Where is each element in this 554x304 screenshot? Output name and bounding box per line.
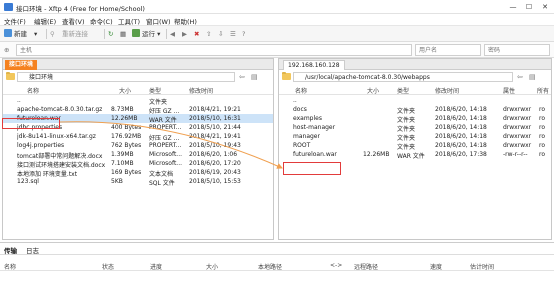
- col-status[interactable]: 状态: [102, 262, 114, 271]
- transfer-tab-strip: 传输 日志: [0, 243, 554, 255]
- col-name[interactable]: 名称: [4, 262, 16, 271]
- transfer-panel: 传输 日志 名称 状态 进度 大小 本地路径 <-> 远程路径 速度 估计时间: [0, 242, 554, 304]
- col-direction[interactable]: <->: [330, 262, 342, 269]
- transfer-column-header: 名称 状态 进度 大小 本地路径 <-> 远程路径 速度 估计时间: [0, 261, 554, 271]
- col-size[interactable]: 大小: [206, 262, 218, 271]
- col-progress[interactable]: 进度: [150, 262, 162, 271]
- col-eta[interactable]: 估计时间: [470, 262, 494, 271]
- tab-transfer[interactable]: 传输: [4, 245, 17, 255]
- col-speed[interactable]: 速度: [430, 262, 442, 271]
- col-remote-path[interactable]: 远程路径: [354, 262, 378, 271]
- col-local-path[interactable]: 本地路径: [258, 262, 282, 271]
- tab-log[interactable]: 日志: [26, 245, 39, 255]
